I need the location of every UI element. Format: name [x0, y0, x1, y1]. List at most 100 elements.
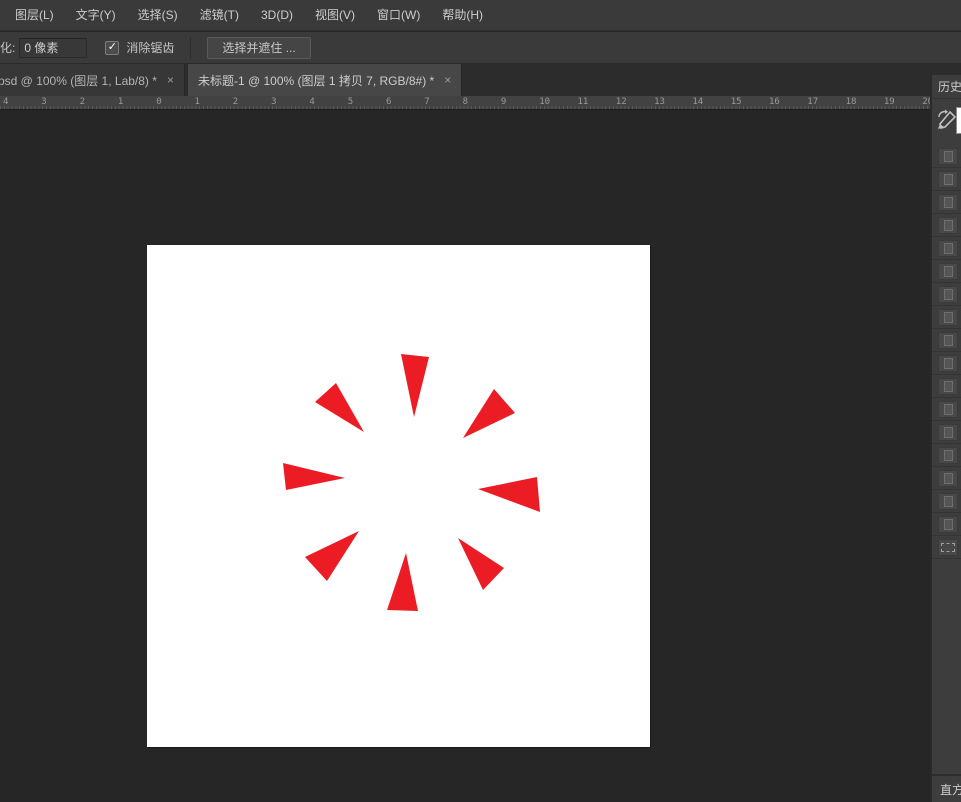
- menu-item-help[interactable]: 帮助(H): [431, 0, 494, 31]
- document-tab-bar: psd @ 100% (图层 1, Lab/8) * × 未标题-1 @ 100…: [0, 64, 961, 96]
- history-step-icon: [944, 289, 953, 300]
- history-step-icon: [944, 266, 953, 277]
- history-state-thumbnail: [938, 447, 958, 464]
- ruler-tick-label: 3: [271, 97, 276, 107]
- close-icon[interactable]: ×: [167, 73, 174, 87]
- history-step-icon: [944, 335, 953, 346]
- tab-histogram-panel[interactable]: 直方: [932, 774, 961, 802]
- history-state-row[interactable]: [932, 352, 961, 375]
- history-state-row[interactable]: [932, 490, 961, 513]
- select-and-mask-button[interactable]: 选择并遮住 ...: [207, 37, 310, 59]
- history-state-row[interactable]: [932, 191, 961, 214]
- history-state-row[interactable]: [932, 237, 961, 260]
- history-state-list: [932, 145, 961, 559]
- menu-item-view[interactable]: 视图(V): [304, 0, 366, 31]
- history-state-row[interactable]: [932, 260, 961, 283]
- document-tab-psd[interactable]: psd @ 100% (图层 1, Lab/8) * ×: [0, 64, 185, 96]
- history-state-row[interactable]: [932, 375, 961, 398]
- history-state-thumbnail: [938, 332, 958, 349]
- ruler-tick-label: 15: [731, 97, 742, 107]
- history-state-row[interactable]: [932, 283, 961, 306]
- history-state-thumbnail: [938, 378, 958, 395]
- history-state-thumbnail: [938, 309, 958, 326]
- ruler-tick-label: 10: [539, 97, 550, 107]
- history-state-thumbnail: [938, 516, 958, 533]
- snapshot-thumbnail[interactable]: [956, 107, 961, 134]
- history-state-row[interactable]: [932, 214, 961, 237]
- menu-item-window[interactable]: 窗口(W): [366, 0, 431, 31]
- feather-label: 化:: [0, 39, 15, 56]
- menu-item-type[interactable]: 文字(Y): [65, 0, 127, 31]
- history-state-row[interactable]: [932, 421, 961, 444]
- close-icon[interactable]: ×: [444, 73, 451, 87]
- ruler-tick-label: 13: [654, 97, 665, 107]
- ruler-tick-label: 0: [156, 97, 161, 107]
- menu-item-select[interactable]: 选择(S): [127, 0, 189, 31]
- canvas-viewport: [0, 111, 930, 802]
- history-state-thumbnail: [938, 240, 958, 257]
- history-step-icon: [944, 243, 953, 254]
- ruler-tick-label: 2: [80, 97, 85, 107]
- history-state-thumbnail: [938, 401, 958, 418]
- menu-item-layer[interactable]: 图层(L): [4, 0, 65, 31]
- history-state-thumbnail: [938, 470, 958, 487]
- spinner-wedge: [283, 463, 345, 490]
- ruler-tick-label: 5: [348, 97, 353, 107]
- antialias-label: 消除锯齿: [126, 39, 174, 56]
- history-brush-icon[interactable]: [936, 109, 957, 134]
- spinner-wedge: [478, 477, 540, 512]
- ruler-tick-label: 4: [3, 97, 8, 107]
- history-state-thumbnail: [938, 171, 958, 188]
- history-state-row[interactable]: [932, 329, 961, 352]
- menu-item-filter[interactable]: 滤镜(T): [189, 0, 250, 31]
- history-step-icon: [944, 450, 953, 461]
- history-state-row[interactable]: [932, 145, 961, 168]
- menu-bar: 图层(L) 文字(Y) 选择(S) 滤镜(T) 3D(D) 视图(V) 窗口(W…: [0, 0, 961, 31]
- antialias-checkbox[interactable]: ✓: [105, 41, 119, 55]
- ruler-tick-label: 1: [195, 97, 200, 107]
- history-step-icon: [944, 220, 953, 231]
- ruler-tick-label: 1: [118, 97, 123, 107]
- marquee-icon: [941, 543, 955, 552]
- menu-item-3d[interactable]: 3D(D): [250, 0, 304, 31]
- ruler-tick-label: 6: [386, 97, 391, 107]
- document-tab-untitled-label: 未标题-1 @ 100% (图层 1 拷贝 7, RGB/8#) *: [198, 72, 434, 89]
- history-step-icon: [944, 197, 953, 208]
- history-state-row[interactable]: [932, 536, 961, 559]
- ruler-tick-label: 17: [807, 97, 818, 107]
- options-separator: [190, 37, 191, 59]
- history-state-row[interactable]: [932, 444, 961, 467]
- ruler-tick-label: 18: [846, 97, 857, 107]
- ruler-tick-label: 7: [424, 97, 429, 107]
- spinner-artwork: [147, 245, 650, 747]
- ruler-tick-label: 20: [922, 97, 930, 107]
- ruler-tick-label: 14: [692, 97, 703, 107]
- history-state-row[interactable]: [932, 513, 961, 536]
- horizontal-ruler: 432101234567891011121314151617181920: [0, 96, 930, 110]
- history-step-icon: [944, 151, 953, 162]
- history-step-icon: [944, 473, 953, 484]
- spinner-wedge: [315, 383, 364, 432]
- history-state-thumbnail: [938, 493, 958, 510]
- history-tools-row: [932, 99, 961, 145]
- history-state-thumbnail: [938, 355, 958, 372]
- history-state-row[interactable]: [932, 398, 961, 421]
- history-state-thumbnail: [938, 194, 958, 211]
- ruler-tick-label: 16: [769, 97, 780, 107]
- history-state-thumbnail: [938, 217, 958, 234]
- history-step-icon: [944, 358, 953, 369]
- history-state-row[interactable]: [932, 168, 961, 191]
- document-canvas[interactable]: [147, 245, 650, 747]
- ruler-tick-label: 9: [501, 97, 506, 107]
- history-state-thumbnail: [938, 148, 958, 165]
- tool-options-bar: 化: ✓ 消除锯齿 选择并遮住 ...: [0, 32, 961, 64]
- history-state-row[interactable]: [932, 467, 961, 490]
- ruler-tick-label: 2: [233, 97, 238, 107]
- tab-history-panel[interactable]: 历史: [932, 75, 961, 99]
- document-tab-untitled[interactable]: 未标题-1 @ 100% (图层 1 拷贝 7, RGB/8#) * ×: [188, 64, 462, 96]
- history-state-row[interactable]: [932, 306, 961, 329]
- ruler-tick-label: 4: [309, 97, 314, 107]
- feather-input[interactable]: [19, 38, 87, 58]
- spinner-wedge: [401, 354, 429, 417]
- ruler-tick-label: 8: [463, 97, 468, 107]
